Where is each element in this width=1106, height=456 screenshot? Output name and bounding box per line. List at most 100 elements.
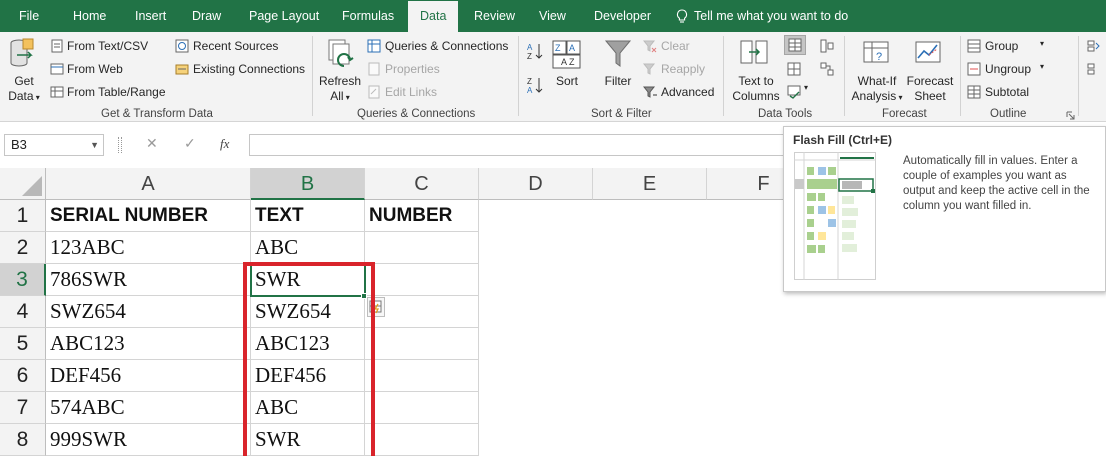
svg-text:A Z: A Z (561, 57, 575, 67)
resize-handle[interactable] (118, 137, 122, 153)
select-all-button[interactable] (0, 168, 46, 200)
from-text-csv-button[interactable]: From Text/CSV (67, 39, 148, 53)
properties-button[interactable]: Properties (385, 62, 440, 76)
flash-fill-button[interactable] (784, 35, 806, 55)
row-header-3[interactable]: 3 (0, 264, 46, 296)
cell-a4[interactable]: SWZ654 (46, 296, 251, 328)
recent-sources-button[interactable]: Recent Sources (193, 39, 278, 53)
advanced-button[interactable]: Advanced (661, 85, 714, 99)
cell-b1[interactable]: TEXT (251, 200, 365, 232)
group-label-sort-filter: Sort & Filter (591, 108, 652, 120)
column-header-e[interactable]: E (593, 168, 707, 200)
group-divider (518, 36, 519, 116)
row-header-1[interactable]: 1 (0, 200, 46, 232)
group-divider (312, 36, 313, 116)
refresh-label-1: Refresh (318, 74, 362, 88)
cell-a3[interactable]: 786SWR (46, 264, 251, 296)
formula-buttons: ✕ ✓ fx (136, 134, 244, 156)
chevron-down-icon: ▾ (896, 93, 903, 102)
column-header-d[interactable]: D (479, 168, 593, 200)
group-button[interactable]: Group (985, 39, 1018, 53)
refresh-label-2: All (330, 89, 344, 103)
row-header-5[interactable]: 5 (0, 328, 46, 360)
existing-connections-button[interactable]: Existing Connections (193, 62, 305, 76)
chevron-down-icon[interactable]: ▾ (1040, 39, 1044, 48)
sort-icon: Z A A Z (552, 40, 581, 69)
row-header-6[interactable]: 6 (0, 360, 46, 392)
row-header-7[interactable]: 7 (0, 392, 46, 424)
sort-a-z-icon[interactable]: AZ (527, 42, 543, 60)
tab-view[interactable]: View (539, 0, 566, 32)
relationships-icon[interactable] (820, 62, 834, 76)
cell-a6[interactable]: DEF456 (46, 360, 251, 392)
cell-c1[interactable]: NUMBER (365, 200, 479, 232)
check-icon[interactable]: ✓ (184, 135, 196, 152)
row-header-8[interactable]: 8 (0, 424, 46, 456)
ungroup-button[interactable]: Ungroup (985, 62, 1031, 76)
existing-connections-icon (175, 64, 189, 75)
from-web-button[interactable]: From Web (67, 62, 123, 76)
group-divider (1078, 36, 1079, 116)
formula-input[interactable] (249, 134, 789, 156)
analysis-icon[interactable] (1086, 39, 1100, 53)
tab-review[interactable]: Review (474, 0, 515, 32)
cell-a1[interactable]: SERIAL NUMBER (46, 200, 251, 232)
cell-c6[interactable] (365, 360, 479, 392)
reapply-button[interactable]: Reapply (661, 62, 705, 76)
cell-c5[interactable] (365, 328, 479, 360)
red-highlight-box (243, 262, 375, 456)
tab-page-layout[interactable]: Page Layout (249, 0, 319, 32)
filter-label: Filter (604, 74, 632, 88)
insert-function-icon[interactable]: fx (220, 136, 229, 152)
from-table-range-button[interactable]: From Table/Range (67, 85, 166, 99)
sort-label: Sort (555, 74, 578, 88)
cancel-icon[interactable]: ✕ (146, 135, 158, 152)
svg-text:Z: Z (555, 43, 561, 53)
group-divider (844, 36, 845, 116)
tab-data[interactable]: Data (408, 1, 459, 32)
tab-file[interactable]: File (19, 0, 39, 32)
forecast-label-1: Forecast (906, 74, 954, 88)
chevron-down-icon[interactable]: ▾ (1040, 62, 1044, 71)
what-if-analysis-icon: ? (863, 41, 889, 63)
group-label-forecast: Forecast (882, 108, 927, 120)
column-header-c[interactable]: C (365, 168, 479, 200)
tab-home[interactable]: Home (73, 0, 106, 32)
tab-formulas[interactable]: Formulas (342, 0, 394, 32)
analysis-icon[interactable] (1086, 62, 1100, 76)
get-data-label-1: Get (14, 74, 34, 88)
subtotal-button[interactable]: Subtotal (985, 85, 1029, 99)
tell-me-search[interactable]: Tell me what you want to do (676, 0, 848, 32)
flash-fill-illustration (794, 152, 876, 280)
row-header-2[interactable]: 2 (0, 232, 46, 264)
cell-a7[interactable]: 574ABC (46, 392, 251, 424)
consolidate-icon[interactable] (820, 39, 834, 53)
chevron-down-icon[interactable]: ▼ (90, 135, 99, 155)
chevron-down-icon[interactable]: ▾ (804, 83, 808, 92)
cell-c7[interactable] (365, 392, 479, 424)
cell-a5[interactable]: ABC123 (46, 328, 251, 360)
data-validation-icon[interactable] (787, 85, 801, 99)
tab-developer[interactable]: Developer (594, 0, 651, 32)
sort-z-a-icon[interactable]: ZA (527, 76, 543, 94)
column-header-a[interactable]: A (46, 168, 251, 200)
name-box[interactable]: B3 ▼ (4, 134, 104, 156)
dialog-launcher-icon[interactable] (1066, 111, 1075, 120)
cell-c2[interactable] (365, 232, 479, 264)
cell-c8[interactable] (365, 424, 479, 456)
edit-links-button[interactable]: Edit Links (385, 85, 437, 99)
column-header-b[interactable]: B (251, 168, 365, 200)
queries-connections-button[interactable]: Queries & Connections (385, 39, 508, 53)
tab-insert[interactable]: Insert (135, 0, 166, 32)
svg-text:A: A (527, 43, 533, 52)
cell-b2[interactable]: ABC (251, 232, 365, 264)
cell-a8[interactable]: 999SWR (46, 424, 251, 456)
remove-duplicates-icon[interactable] (787, 62, 801, 76)
row-header-4[interactable]: 4 (0, 296, 46, 328)
tab-draw[interactable]: Draw (192, 0, 221, 32)
cell-c3[interactable] (365, 264, 479, 296)
cell-a2[interactable]: 123ABC (46, 232, 251, 264)
reapply-icon (643, 63, 656, 75)
clear-filter-icon (643, 40, 657, 53)
clear-button[interactable]: Clear (661, 39, 690, 53)
